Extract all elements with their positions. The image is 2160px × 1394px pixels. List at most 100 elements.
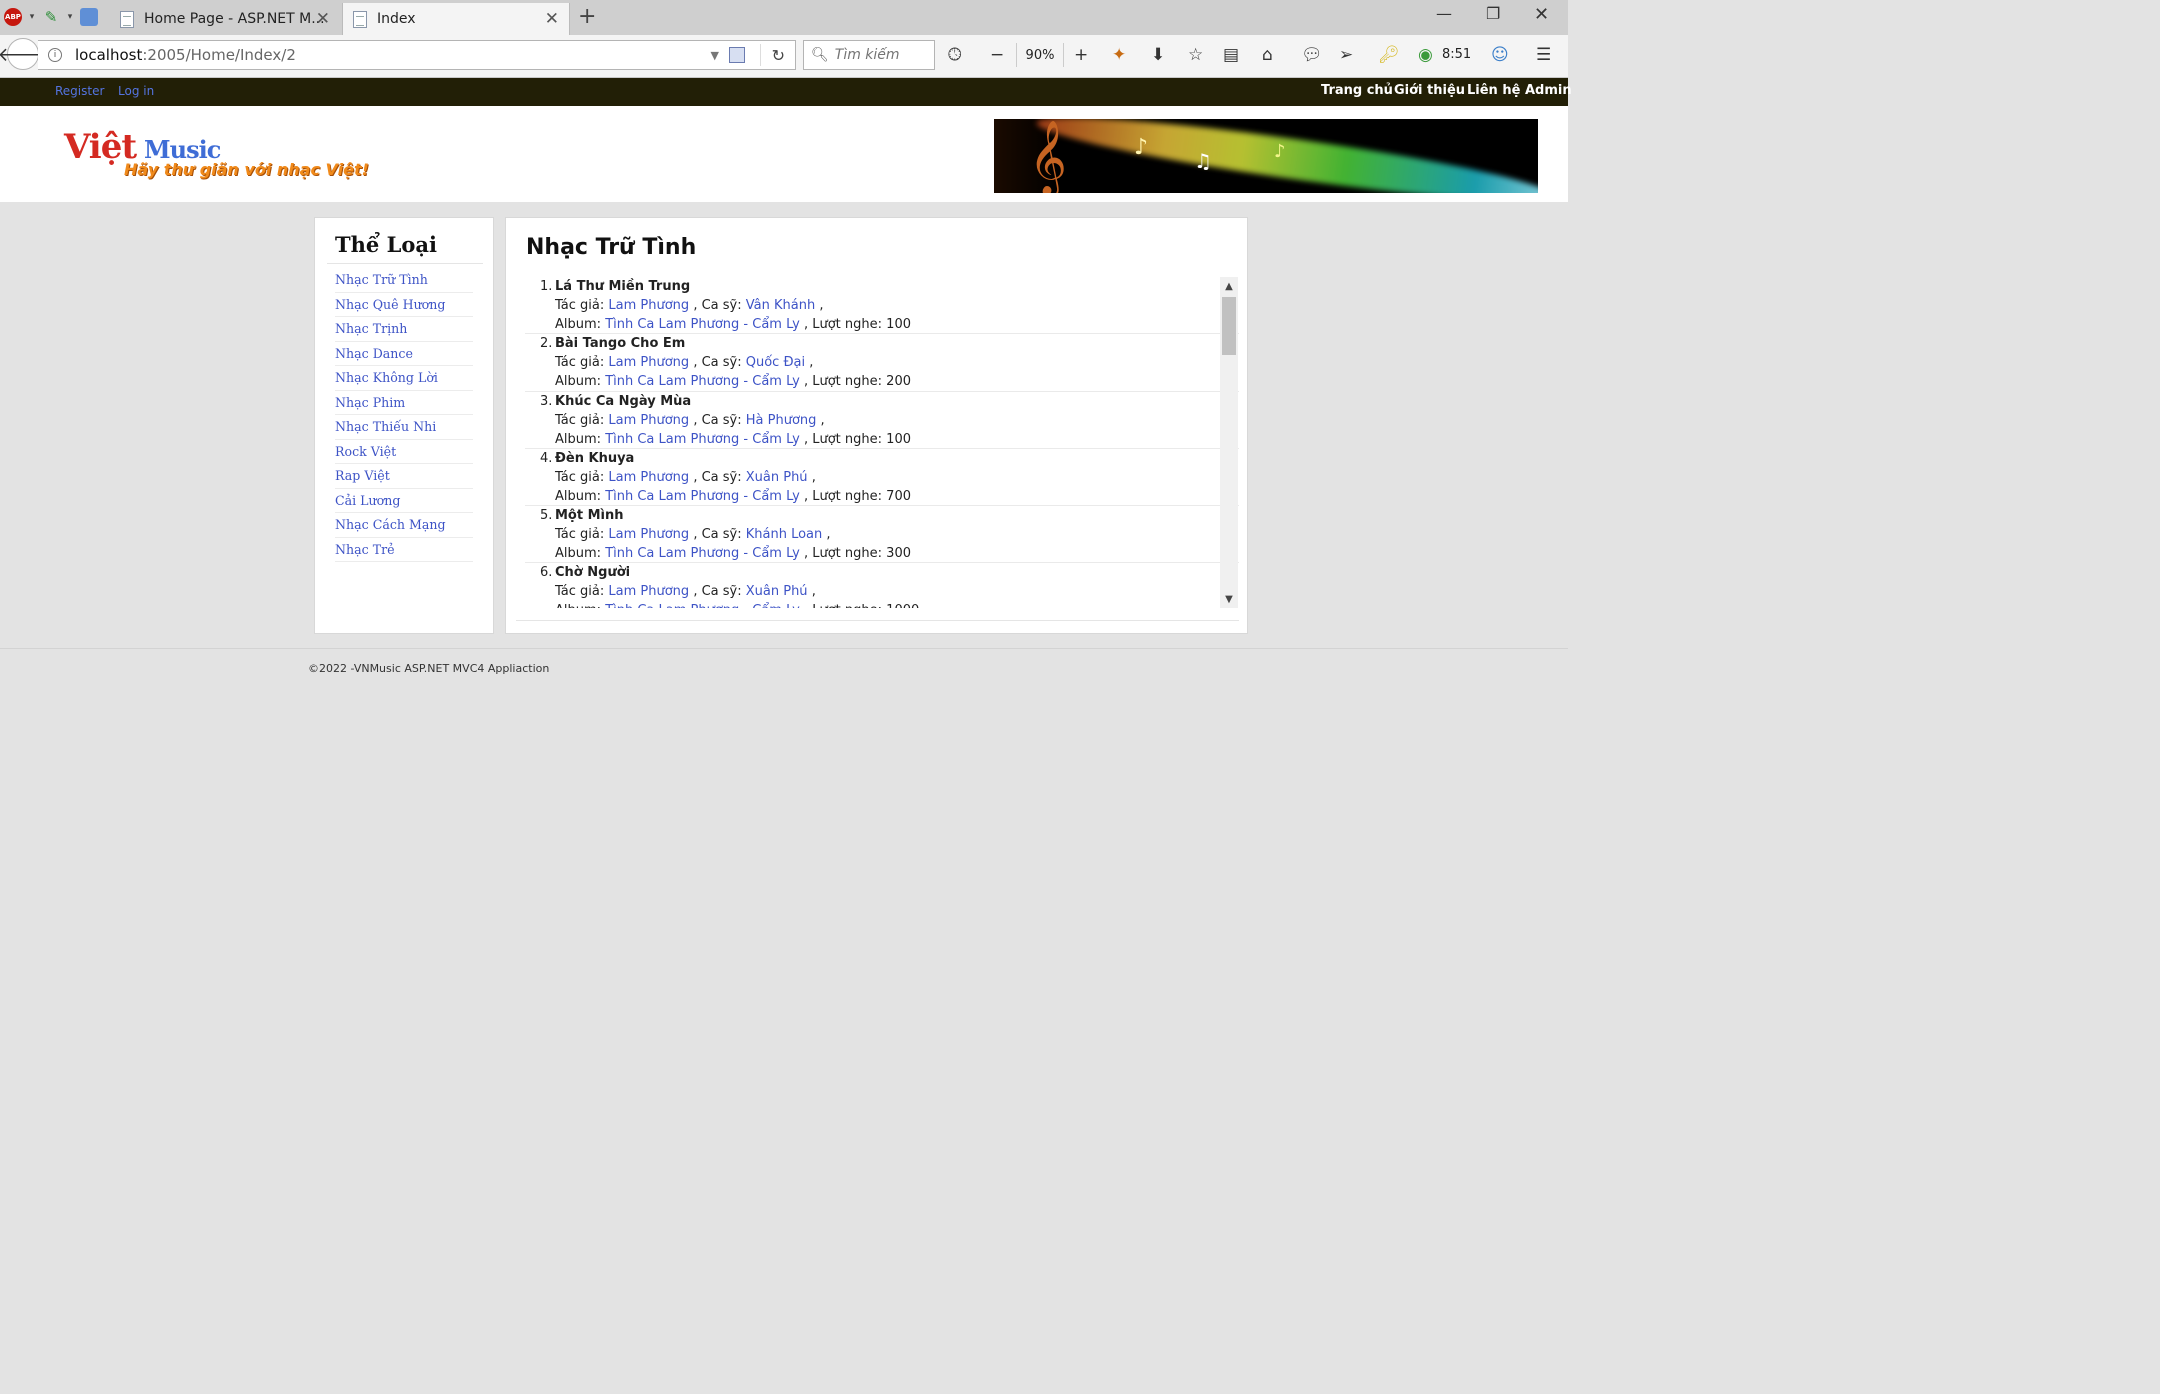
chevron-down-icon[interactable]: ▾ bbox=[28, 8, 36, 26]
zoom-level[interactable]: 90% bbox=[1016, 43, 1064, 67]
site-logo[interactable]: Việt Music Hãy thư giãn với nhạc Việt! bbox=[64, 130, 369, 179]
plays-count: 100 bbox=[886, 431, 911, 447]
restore-button[interactable]: ❐ bbox=[1486, 4, 1500, 23]
profile-icon[interactable]: ☺ bbox=[1491, 45, 1509, 65]
back-button[interactable]: 🡐 bbox=[0, 38, 48, 70]
close-tab-icon[interactable]: ✕ bbox=[316, 9, 330, 29]
clock-addon-icon[interactable]: ◉ bbox=[1418, 45, 1433, 65]
address-bar[interactable]: i localhost:2005/Home/Index/2 ▼ ↻ bbox=[38, 40, 796, 70]
send-icon[interactable]: ➢ bbox=[1339, 45, 1353, 65]
divider bbox=[760, 44, 761, 66]
tab-index[interactable]: Index ✕ bbox=[342, 3, 570, 35]
new-tab-button[interactable]: + bbox=[578, 4, 596, 29]
zoom-out-button[interactable]: − bbox=[990, 45, 1004, 65]
album-link[interactable]: Tình Ca Lam Phương - Cẩm Ly bbox=[605, 432, 800, 447]
album-link[interactable]: Tình Ca Lam Phương - Cẩm Ly bbox=[605, 546, 800, 561]
genre-link[interactable]: Nhạc Trẻ bbox=[335, 538, 473, 562]
author-link[interactable]: Lam Phương bbox=[608, 355, 689, 370]
genre-link[interactable]: Cải Lương bbox=[335, 489, 473, 513]
genre-link[interactable]: Rap Việt bbox=[335, 464, 473, 489]
genre-link[interactable]: Nhạc Quê Hương bbox=[335, 293, 473, 317]
singer-link[interactable]: Vân Khánh bbox=[746, 298, 815, 313]
divider bbox=[516, 620, 1239, 621]
bookmark-star-icon[interactable]: ☆ bbox=[1188, 45, 1203, 65]
album-link[interactable]: Tình Ca Lam Phương - Cẩm Ly bbox=[605, 374, 800, 389]
zoom-in-button[interactable]: + bbox=[1074, 45, 1088, 65]
genre-link[interactable]: Nhạc Thiếu Nhi bbox=[335, 415, 473, 440]
singer-link[interactable]: Quốc Đại bbox=[746, 355, 805, 370]
close-tab-icon[interactable]: ✕ bbox=[545, 9, 559, 29]
author-label: Tác giả: bbox=[555, 355, 605, 371]
adblock-icon[interactable]: ABP bbox=[4, 8, 22, 26]
author-link[interactable]: Lam Phương bbox=[608, 413, 689, 428]
album-link[interactable]: Tình Ca Lam Phương - Cẩm Ly bbox=[605, 489, 800, 504]
nav-about-link[interactable]: Giới thiệu bbox=[1394, 83, 1465, 98]
genre-list: Nhạc Trữ Tình Nhạc Quê Hương Nhạc Trịnh … bbox=[335, 268, 473, 562]
addon-icon[interactable]: ✦ bbox=[1112, 45, 1126, 65]
bookmarks-list-icon[interactable]: ▤ bbox=[1223, 45, 1239, 65]
singer-link[interactable]: Hà Phương bbox=[746, 413, 817, 428]
history-dropdown-icon[interactable]: ▼ bbox=[711, 49, 719, 62]
top-navigation: Register Log in Trang chủ Giới thiệu Liê… bbox=[0, 78, 1572, 106]
singer-link[interactable]: Xuân Phú bbox=[746, 470, 808, 485]
singer-link[interactable]: Xuân Phú bbox=[746, 584, 808, 599]
song-item: 2. Bài Tango Cho Em Tác giả: Lam Phương , … bbox=[525, 334, 1239, 392]
page-title: Nhạc Trữ Tình bbox=[526, 235, 697, 260]
song-title: Chờ Người bbox=[555, 565, 631, 581]
genre-link[interactable]: Rock Việt bbox=[335, 440, 473, 464]
close-window-button[interactable]: ✕ bbox=[1534, 4, 1549, 25]
scroll-thumb[interactable] bbox=[1222, 297, 1236, 355]
song-item: 4. Đèn Khuya Tác giả: Lam Phương , Ca sỹ: … bbox=[525, 449, 1239, 507]
author-link[interactable]: Lam Phương bbox=[608, 584, 689, 599]
sidebar-title: Thể Loại bbox=[335, 232, 437, 257]
genre-link[interactable]: Nhạc Trịnh bbox=[335, 317, 473, 342]
genre-link[interactable]: Nhạc Trữ Tình bbox=[335, 268, 473, 293]
author-link[interactable]: Lam Phương bbox=[608, 298, 689, 313]
singer-link[interactable]: Khánh Loan bbox=[746, 527, 823, 542]
author-label: Tác giả: bbox=[555, 584, 605, 600]
tab-home-page[interactable]: Home Page - ASP.NET M... ✕ bbox=[110, 3, 340, 35]
plays-count: 200 bbox=[886, 374, 911, 390]
singer-label: , Ca sỹ: bbox=[693, 412, 742, 428]
chat-icon[interactable]: 💬︎ bbox=[1301, 45, 1323, 65]
download-icon[interactable]: ⬇ bbox=[1151, 45, 1165, 65]
home-icon[interactable]: ⌂ bbox=[1262, 45, 1273, 65]
song-number: 5. bbox=[540, 508, 553, 524]
album-label: Album: bbox=[555, 603, 601, 608]
reader-view-icon[interactable] bbox=[729, 47, 745, 63]
song-title: Đèn Khuya bbox=[555, 450, 635, 466]
search-input[interactable] bbox=[834, 47, 930, 63]
main-content: Nhạc Trữ Tình 1. Lá Thư Miền Trung Tác giả… bbox=[505, 217, 1248, 634]
extension-icons: ABP ▾ ✎ ▾ bbox=[4, 8, 98, 26]
nav-home-link[interactable]: Trang chủ bbox=[1321, 83, 1393, 98]
search-icon: 🔍︎ bbox=[811, 47, 829, 63]
register-link[interactable]: Register bbox=[55, 84, 104, 98]
scrollbar[interactable]: ▲ ▼ bbox=[1220, 277, 1238, 608]
image-icon[interactable] bbox=[80, 8, 98, 26]
author-link[interactable]: Lam Phương bbox=[608, 527, 689, 542]
genre-link[interactable]: Nhạc Không Lời bbox=[335, 366, 473, 391]
pen-icon[interactable]: ✎ bbox=[42, 8, 60, 26]
menu-icon[interactable]: ☰ bbox=[1536, 45, 1551, 65]
search-box[interactable]: 🔍︎ bbox=[803, 40, 935, 70]
reload-icon[interactable]: ↻ bbox=[772, 46, 785, 65]
genre-link[interactable]: Nhạc Cách Mạng bbox=[335, 513, 473, 538]
url-text[interactable]: localhost:2005/Home/Index/2 bbox=[75, 46, 296, 64]
author-link[interactable]: Lam Phương bbox=[608, 470, 689, 485]
genre-link[interactable]: Nhạc Dance bbox=[335, 342, 473, 366]
plays-label: , Lượt nghe: bbox=[803, 374, 883, 390]
genre-link[interactable]: Nhạc Phim bbox=[335, 391, 473, 415]
scroll-down-icon[interactable]: ▼ bbox=[1220, 590, 1238, 608]
scroll-up-icon[interactable]: ▲ bbox=[1220, 277, 1238, 295]
key-icon[interactable]: 🔑︎ bbox=[1378, 45, 1400, 65]
minimize-button[interactable]: — bbox=[1436, 4, 1452, 23]
info-icon[interactable]: i bbox=[48, 48, 62, 62]
nav-admin-link[interactable]: Admin bbox=[1525, 83, 1572, 98]
login-link[interactable]: Log in bbox=[118, 84, 154, 98]
album-link[interactable]: Tình Ca Lam Phương - Cẩm Ly bbox=[605, 603, 800, 608]
nav-contact-link[interactable]: Liên hệ bbox=[1467, 83, 1520, 98]
album-link[interactable]: Tình Ca Lam Phương - Cẩm Ly bbox=[605, 317, 800, 332]
chevron-down-icon[interactable]: ▾ bbox=[66, 8, 74, 26]
history-clock-icon[interactable]: 🕓︎ bbox=[948, 45, 961, 65]
song-list[interactable]: 1. Lá Thư Miền Trung Tác giả: Lam Phương ,… bbox=[525, 277, 1239, 608]
